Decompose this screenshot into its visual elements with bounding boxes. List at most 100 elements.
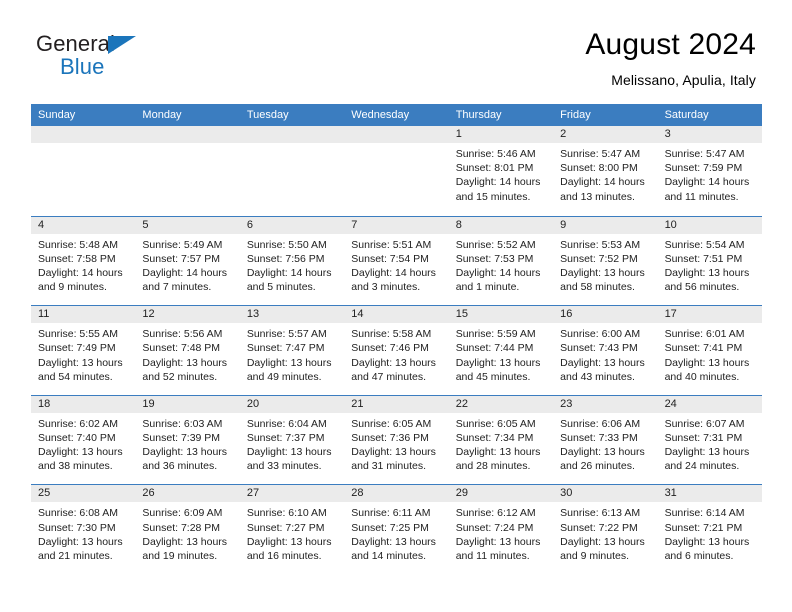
day-cell-9[interactable]: 9 Sunrise: 5:53 AM Sunset: 7:52 PM Daylight… — [553, 216, 658, 306]
day-details: Sunrise: 6:00 AM Sunset: 7:43 PM Daylight:… — [553, 323, 657, 384]
day-details: Sunrise: 6:12 AM Sunset: 7:24 PM Daylight:… — [449, 502, 553, 563]
day-details: Sunrise: 6:02 AM Sunset: 7:40 PM Daylight:… — [31, 413, 135, 474]
day-details: Sunrise: 5:51 AM Sunset: 7:54 PM Daylight:… — [344, 234, 448, 295]
day-details: Sunrise: 5:56 AM Sunset: 7:48 PM Daylight:… — [135, 323, 239, 384]
day-cell-22[interactable]: 22 Sunrise: 6:05 AM Sunset: 7:34 PM Dayligh… — [448, 395, 554, 485]
day-detail-line: and 49 minutes. — [246, 370, 322, 383]
day-detail-line: Sunrise: 6:00 AM — [560, 328, 641, 341]
day-cell-27[interactable]: 27 Sunrise: 6:10 AM Sunset: 7:27 PM Dayligh… — [239, 485, 345, 574]
day-cell-6[interactable]: 6 Sunrise: 5:50 AM Sunset: 7:56 PM Daylight… — [239, 216, 345, 306]
day-detail-line: Daylight: 13 hours — [351, 356, 436, 369]
day-cell-12[interactable]: 12 Sunrise: 5:56 AM Sunset: 7:48 PM Dayligh… — [135, 306, 240, 395]
day-cell-19[interactable]: 19 Sunrise: 6:03 AM Sunset: 7:39 PM Dayligh… — [135, 395, 240, 485]
triangle-flag-icon — [108, 36, 136, 54]
day-number: 6 — [239, 216, 345, 234]
day-detail-line: and 54 minutes. — [38, 370, 113, 383]
day-number: 18 — [31, 395, 136, 413]
day-detail-line: Sunset: 8:01 PM — [455, 162, 534, 175]
day-cell-21[interactable]: 21 Sunrise: 6:05 AM Sunset: 7:36 PM Dayligh… — [344, 395, 449, 485]
day-detail-line: Sunset: 7:54 PM — [351, 252, 429, 265]
day-cell-29[interactable]: 29 Sunrise: 6:12 AM Sunset: 7:24 PM Dayligh… — [448, 485, 554, 574]
day-detail-line: Sunrise: 6:07 AM — [664, 417, 745, 430]
day-cell-5[interactable]: 5 Sunrise: 5:49 AM Sunset: 7:57 PM Daylight… — [135, 216, 240, 306]
day-cell-empty — [344, 126, 449, 216]
day-cell-16[interactable]: 16 Sunrise: 6:00 AM Sunset: 7:43 PM Dayligh… — [553, 306, 658, 395]
day-cell-13[interactable]: 13 Sunrise: 5:57 AM Sunset: 7:47 PM Dayligh… — [239, 306, 345, 395]
day-number: 17 — [657, 306, 762, 324]
day-detail-line: Sunrise: 5:58 AM — [351, 328, 432, 341]
day-cell-14[interactable]: 14 Sunrise: 5:58 AM Sunset: 7:46 PM Dayligh… — [344, 306, 449, 395]
day-cell-18[interactable]: 18 Sunrise: 6:02 AM Sunset: 7:40 PM Dayligh… — [31, 395, 136, 485]
day-cell-17[interactable]: 17 Sunrise: 6:01 AM Sunset: 7:41 PM Dayligh… — [657, 306, 762, 395]
day-detail-line: Daylight: 13 hours — [38, 535, 123, 548]
day-number: 26 — [135, 485, 240, 503]
day-detail-line: and 9 minutes. — [560, 549, 630, 562]
day-detail-line: Daylight: 13 hours — [455, 356, 541, 369]
day-detail-line: Sunrise: 5:55 AM — [38, 328, 118, 341]
day-detail-line: Sunrise: 6:10 AM — [246, 507, 327, 520]
day-detail-line: Daylight: 13 hours — [351, 535, 436, 548]
day-detail-line: Sunrise: 5:47 AM — [560, 148, 641, 160]
day-details: Sunrise: 5:49 AM Sunset: 7:57 PM Daylight:… — [135, 234, 239, 295]
day-number: 15 — [448, 306, 554, 324]
day-cell-7[interactable]: 7 Sunrise: 5:51 AM Sunset: 7:54 PM Daylight… — [344, 216, 449, 306]
day-detail-line: Daylight: 13 hours — [142, 535, 228, 548]
day-detail-line: Sunrise: 6:11 AM — [351, 507, 431, 520]
day-details: Sunrise: 6:13 AM Sunset: 7:22 PM Daylight:… — [553, 502, 657, 563]
day-detail-line: Sunset: 7:52 PM — [560, 252, 638, 265]
day-number: 1 — [448, 126, 554, 143]
day-detail-line: Sunset: 7:22 PM — [560, 521, 638, 534]
day-details: Sunrise: 6:07 AM Sunset: 7:31 PM Daylight:… — [658, 413, 762, 474]
day-detail-line: Daylight: 14 hours — [246, 267, 332, 279]
day-details: Sunrise: 6:14 AM Sunset: 7:21 PM Daylight:… — [658, 502, 762, 563]
day-number: 2 — [553, 126, 658, 143]
general-blue-logo[interactable]: General Blue — [36, 26, 156, 82]
day-cell-10[interactable]: 10 Sunrise: 5:54 AM Sunset: 7:51 PM Dayligh… — [657, 216, 762, 306]
day-cell-1[interactable]: 1 Sunrise: 5:46 AM Sunset: 8:01 PM Daylight… — [448, 126, 554, 216]
day-cell-24[interactable]: 24 Sunrise: 6:07 AM Sunset: 7:31 PM Dayligh… — [657, 395, 762, 485]
day-detail-line: Sunrise: 6:03 AM — [142, 417, 223, 430]
day-cell-4[interactable]: 4 Sunrise: 5:48 AM Sunset: 7:58 PM Daylight… — [31, 216, 136, 306]
day-detail-line: Sunset: 7:46 PM — [351, 342, 429, 355]
day-detail-line: and 52 minutes. — [142, 370, 218, 383]
day-number — [135, 126, 240, 143]
day-detail-line: and 6 minutes. — [664, 549, 734, 562]
day-number: 20 — [239, 395, 345, 413]
day-cell-28[interactable]: 28 Sunrise: 6:11 AM Sunset: 7:25 PM Dayligh… — [344, 485, 449, 574]
day-cell-11[interactable]: 11 Sunrise: 5:55 AM Sunset: 7:49 PM Dayligh… — [31, 306, 136, 395]
weekday-header-friday: Friday — [560, 109, 591, 121]
day-details: Sunrise: 6:05 AM Sunset: 7:34 PM Daylight:… — [449, 413, 553, 474]
day-cell-30[interactable]: 30 Sunrise: 6:13 AM Sunset: 7:22 PM Dayligh… — [553, 485, 658, 574]
day-number — [239, 126, 345, 143]
title-block: August 2024 Melissano, Apulia, Italy — [585, 26, 756, 90]
day-detail-line: Sunrise: 5:49 AM — [142, 238, 223, 251]
day-number: 21 — [344, 395, 449, 413]
day-detail-line: Sunrise: 5:53 AM — [560, 238, 641, 251]
day-detail-line: Sunrise: 5:56 AM — [142, 328, 223, 341]
day-number: 24 — [657, 395, 762, 413]
day-cell-20[interactable]: 20 Sunrise: 6:04 AM Sunset: 7:37 PM Dayligh… — [239, 395, 345, 485]
logo-text-general: General — [36, 31, 115, 56]
day-detail-line: Sunset: 7:25 PM — [351, 521, 429, 534]
day-cell-25[interactable]: 25 Sunrise: 6:08 AM Sunset: 7:30 PM Dayligh… — [31, 485, 136, 574]
day-cell-2[interactable]: 2 Sunrise: 5:47 AM Sunset: 8:00 PM Daylight… — [553, 126, 658, 216]
day-cell-3[interactable]: 3 Sunrise: 5:47 AM Sunset: 7:59 PM Daylight… — [657, 126, 762, 216]
day-detail-line: and 11 minutes. — [455, 549, 530, 562]
day-cell-23[interactable]: 23 Sunrise: 6:06 AM Sunset: 7:33 PM Dayligh… — [553, 395, 658, 485]
day-details: Sunrise: 6:06 AM Sunset: 7:33 PM Daylight:… — [553, 413, 657, 474]
calendar-grid: Sunday Monday Tuesday Wednesday Thursday Frid… — [31, 104, 762, 574]
day-cell-26[interactable]: 26 Sunrise: 6:09 AM Sunset: 7:28 PM Dayligh… — [135, 485, 240, 574]
day-details: Sunrise: 5:48 AM Sunset: 7:58 PM Daylight:… — [31, 234, 135, 295]
day-cell-15[interactable]: 15 Sunrise: 5:59 AM Sunset: 7:44 PM Dayligh… — [448, 306, 554, 395]
day-number: 16 — [553, 306, 658, 324]
day-cell-8[interactable]: 8 Sunrise: 5:52 AM Sunset: 7:53 PM Daylight… — [448, 216, 554, 306]
day-number: 14 — [344, 306, 449, 324]
day-detail-line: and 36 minutes. — [142, 460, 218, 473]
day-detail-line: Sunset: 7:48 PM — [142, 342, 221, 355]
day-detail-line: Sunrise: 5:59 AM — [455, 328, 536, 341]
day-detail-line: Sunrise: 5:51 AM — [351, 238, 432, 251]
day-detail-line: Sunrise: 5:46 AM — [455, 148, 536, 160]
day-detail-line: Daylight: 14 hours — [455, 176, 541, 189]
day-details: Sunrise: 6:08 AM Sunset: 7:30 PM Daylight:… — [31, 502, 135, 563]
day-cell-31[interactable]: 31 Sunrise: 6:14 AM Sunset: 7:21 PM Dayligh… — [657, 485, 762, 574]
